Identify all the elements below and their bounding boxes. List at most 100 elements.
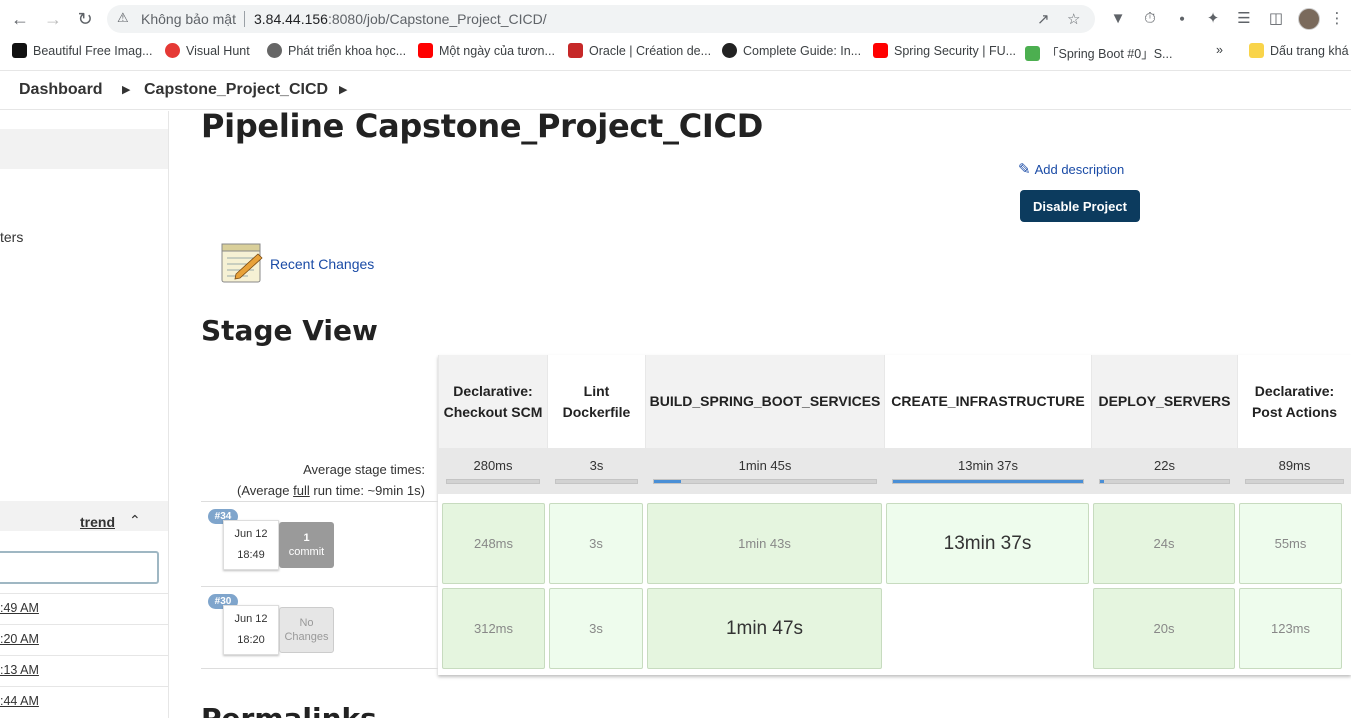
stage-avg-time: 89ms (1237, 448, 1351, 494)
run-date: Jun 12 18:20 (223, 605, 279, 655)
bookmark-item[interactable]: Phát triển khoa học... (267, 43, 406, 58)
stage-avg-time: 13min 37s (884, 448, 1091, 494)
breadcrumb-arrow-icon[interactable]: ▶ (122, 83, 130, 96)
url-text[interactable]: 3.84.44.156:8080/job/Capstone_Project_CI… (254, 11, 547, 27)
bookmark-item[interactable]: Beautiful Free Imag... (12, 43, 153, 58)
stage-avg-bar (555, 479, 638, 484)
warning-icon: ⚠ (117, 10, 129, 25)
forward-icon[interactable]: → (43, 9, 63, 29)
stage-cell-empty (886, 588, 1089, 669)
sidepanel-icon[interactable]: ◫ (1266, 9, 1286, 29)
average-times-label: Average stage times: (Average full run t… (236, 462, 425, 498)
stage-avg-bar (446, 479, 540, 484)
stage-avg-time: 1min 45s (645, 448, 884, 494)
bookmark-item[interactable]: Oracle | Création de... (568, 43, 711, 58)
extension-seo-icon[interactable]: ⚫ (1172, 9, 1192, 29)
trend-link[interactable]: trend (80, 514, 115, 530)
bookmark-favicon-icon (12, 43, 27, 58)
insecure-label: Không bảo mật (141, 11, 236, 27)
stage-cell[interactable]: 3s (549, 588, 643, 669)
stage-cell[interactable]: 13min 37s (886, 503, 1089, 584)
sidebar: ters trend ⌃ :49 AM :20 AM :13 AM :44 AM (0, 111, 169, 718)
sidebar-item-partial[interactable]: ters (0, 229, 23, 245)
bookmark-favicon-icon (165, 43, 180, 58)
stage-view-title: Stage View (201, 314, 378, 347)
bookmark-item[interactable]: Một ngày của tươn... (418, 43, 555, 58)
share-icon[interactable]: ↗ (1037, 10, 1050, 28)
recent-changes-link[interactable]: Recent Changes (270, 256, 374, 272)
run-changes-button[interactable]: 1 commit (279, 522, 334, 568)
stage-header: Declarative: Post Actions (1237, 355, 1351, 448)
stage-avg-bar-fill (1100, 480, 1104, 483)
sidebar-item-active[interactable] (0, 129, 168, 169)
stage-avg-bar-fill (893, 480, 1083, 483)
address-bar[interactable]: ⚠ Không bảo mật 3.84.44.156:8080/job/Cap… (107, 5, 1095, 33)
build-filter-input[interactable] (0, 551, 159, 584)
breadcrumb-dashboard[interactable]: Dashboard (19, 81, 103, 99)
stage-header: BUILD_SPRING_BOOT_SERVICES (645, 355, 884, 448)
stage-avg-time: 280ms (438, 448, 547, 494)
stage-header: Lint Dockerfile (547, 355, 645, 448)
run-changes-label: No Changes (279, 607, 334, 653)
stage-cell[interactable]: 248ms (442, 503, 545, 584)
stage-cell[interactable]: 3s (549, 503, 643, 584)
profile-avatar[interactable] (1298, 8, 1320, 30)
chevron-up-icon[interactable]: ⌃ (129, 512, 141, 529)
run-row: #34 Jun 12 18:49 1 commit (201, 501, 438, 585)
stage-avg-bar-fill (654, 480, 681, 483)
notepad-icon[interactable] (220, 240, 264, 284)
build-history-row[interactable]: :44 AM (0, 686, 168, 717)
menu-icon[interactable]: ⋮ (1327, 9, 1347, 29)
stage-avg-time: 22s (1091, 448, 1237, 494)
stage-cell[interactable]: 20s (1093, 588, 1235, 669)
bookmark-item[interactable]: Visual Hunt (165, 43, 250, 58)
divider (244, 11, 245, 27)
build-history-row[interactable]: :49 AM (0, 593, 168, 624)
stage-header: Declarative: Checkout SCM (438, 355, 547, 448)
full-run-link[interactable]: full (293, 483, 310, 498)
add-description-link[interactable]: ✎ Add description (1018, 160, 1124, 178)
bookmark-item[interactable]: Spring Security | FU... (873, 43, 1016, 58)
run-row: #30 Jun 12 18:20 No Changes (201, 586, 438, 670)
stage-header: CREATE_INFRASTRUCTURE (884, 355, 1091, 448)
stage-cell[interactable]: 55ms (1239, 503, 1342, 584)
breadcrumb-project[interactable]: Capstone_Project_CICD (144, 81, 328, 99)
stage-cell[interactable]: 1min 43s (647, 503, 882, 584)
bookmark-favicon-icon (418, 43, 433, 58)
puzzle-icon[interactable]: ✦ (1203, 9, 1223, 29)
stage-cell[interactable]: 24s (1093, 503, 1235, 584)
browser-toolbar: ← → ↻ ⚠ Không bảo mật 3.84.44.156:8080/j… (0, 0, 1351, 38)
reload-icon[interactable]: ↻ (75, 9, 95, 29)
extension-v-icon[interactable]: ▼ (1108, 9, 1128, 29)
stage-avg-bar (653, 479, 877, 484)
star-icon[interactable]: ☆ (1067, 10, 1080, 28)
stage-view-table: Declarative: Checkout SCM Lint Dockerfil… (438, 355, 1351, 675)
stage-cell[interactable]: 1min 47s (647, 588, 882, 669)
build-history-row[interactable]: :20 AM (0, 624, 168, 655)
divider (201, 668, 438, 669)
stage-cell[interactable]: 123ms (1239, 588, 1342, 669)
stage-header: DEPLOY_SERVERS (1091, 355, 1237, 448)
disable-project-button[interactable]: Disable Project (1020, 190, 1140, 222)
bookmark-favicon-icon (267, 43, 282, 58)
breadcrumb: Dashboard ▶ Capstone_Project_CICD ▶ (0, 70, 1351, 110)
bookmark-item[interactable]: Complete Guide: In... (722, 43, 861, 58)
bookmark-favicon-icon (1025, 46, 1040, 61)
back-icon[interactable]: ← (10, 9, 30, 29)
bookmark-favicon-icon (568, 43, 583, 58)
playlist-icon[interactable]: ☰ (1234, 9, 1254, 29)
breadcrumb-arrow-icon[interactable]: ▶ (339, 83, 347, 96)
pencil-icon: ✎ (1018, 161, 1031, 178)
stage-cell[interactable]: 312ms (442, 588, 545, 669)
bookmark-item[interactable]: 「Spring Boot #0」S... (1025, 43, 1172, 62)
stage-avg-bar (1245, 479, 1344, 484)
run-date: Jun 12 18:49 (223, 520, 279, 570)
stage-avg-bar (892, 479, 1084, 484)
bookmark-folder[interactable]: Dấu trang khá (1249, 43, 1349, 58)
stage-avg-bar (1099, 479, 1230, 484)
more-bookmarks-icon[interactable]: » (1216, 43, 1223, 57)
build-history-row[interactable]: :13 AM (0, 655, 168, 686)
permalinks-title: Permalinks (201, 702, 377, 718)
stage-avg-time: 3s (547, 448, 645, 494)
extension-timer-icon[interactable]: ⏱ (1140, 9, 1160, 29)
